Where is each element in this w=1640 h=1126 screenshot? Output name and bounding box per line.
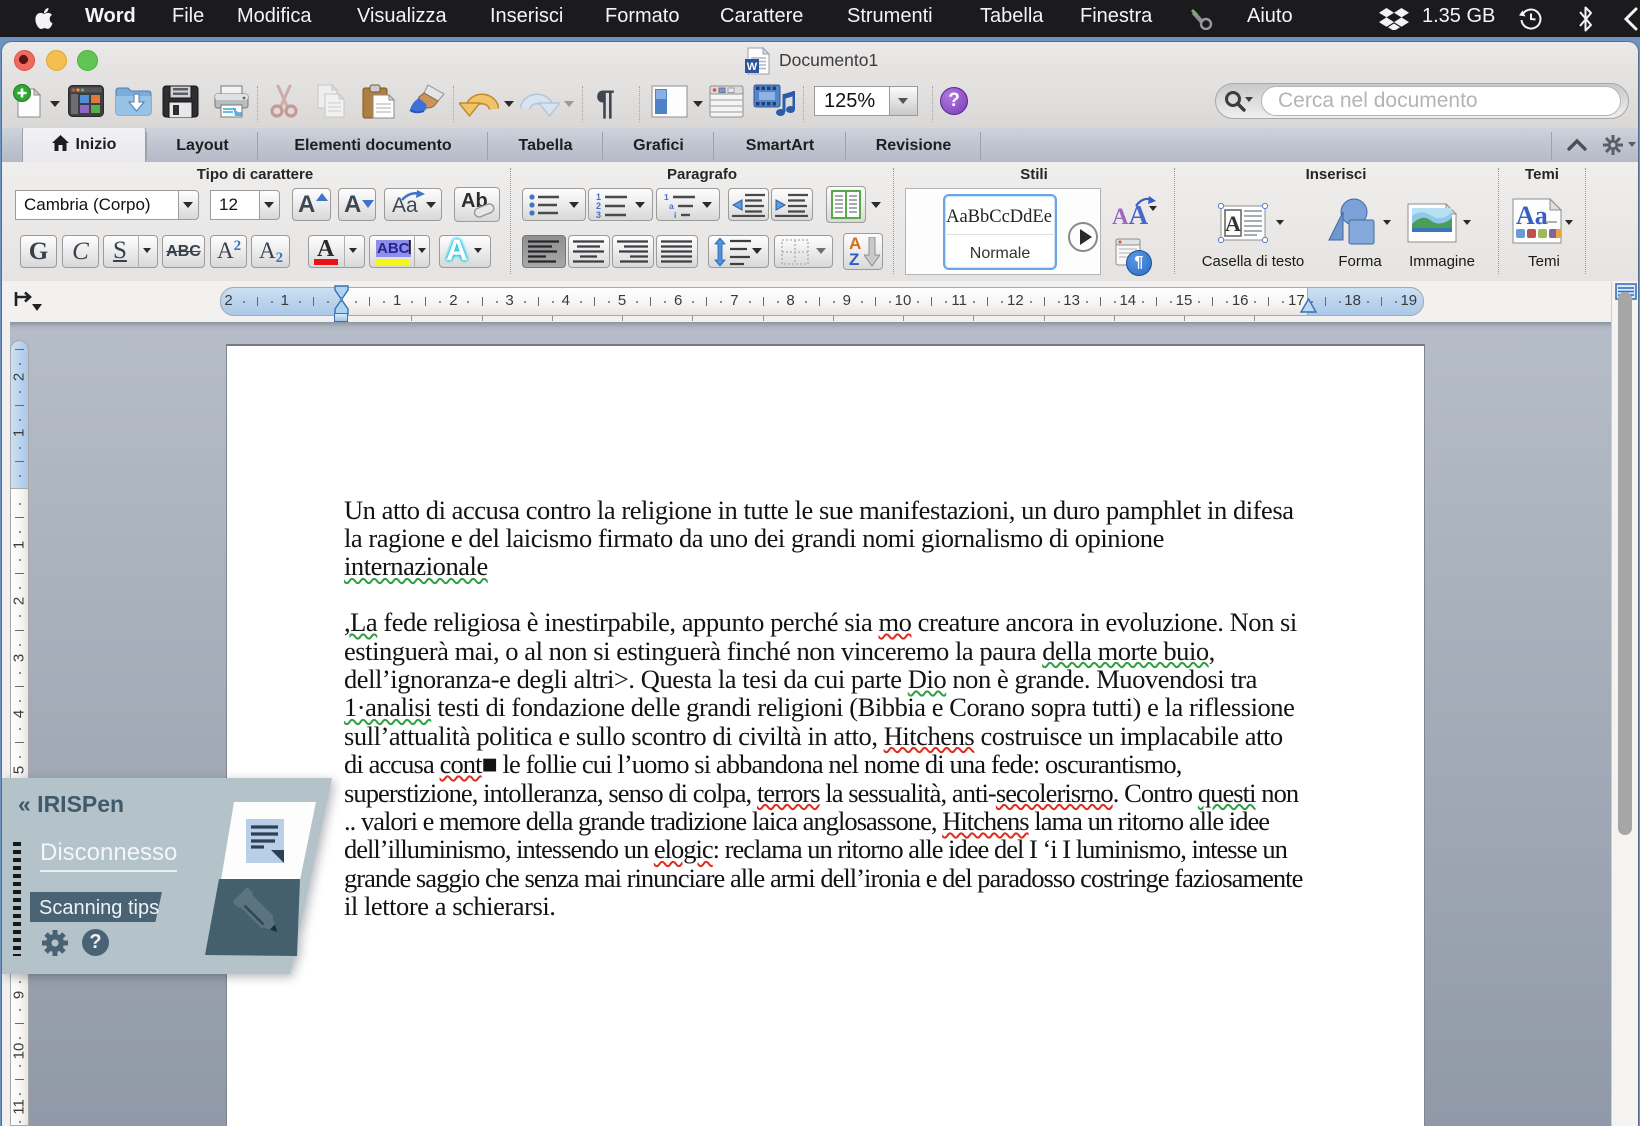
svg-text:3: 3 xyxy=(596,210,601,218)
svg-text:A: A xyxy=(1225,211,1241,236)
svg-text:i: i xyxy=(674,210,676,218)
svg-text:W: W xyxy=(747,61,758,73)
svg-text:Aa: Aa xyxy=(1516,201,1548,230)
